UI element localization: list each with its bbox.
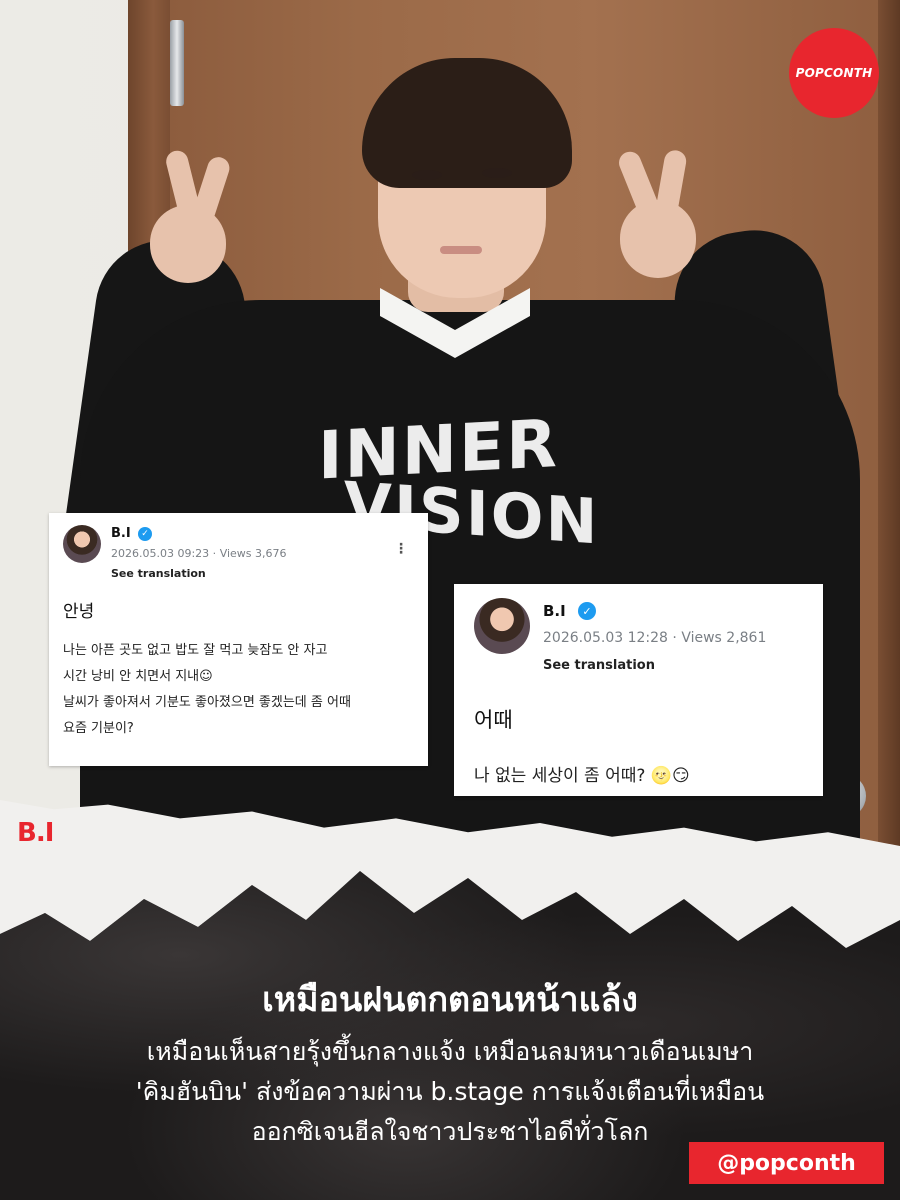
eye (412, 170, 442, 180)
post-body-line: 날씨가 좋아져서 기분도 좋아졌으면 좋겠는데 좀 어때 (63, 695, 351, 710)
post-card-1: B.I ✓ 2026.05.03 09:23 · Views 3,676 See… (49, 513, 428, 766)
social-handle-tag: @popconth (689, 1142, 884, 1184)
mouth (440, 246, 482, 254)
caption-line: 'คิมฮันบิน' ส่งข้อความผ่าน b.stage การแจ… (135, 1077, 765, 1106)
author-name: B.I (543, 602, 566, 620)
post-views: Views 3,676 (219, 547, 287, 560)
post-body-line: 요즘 기분이? (63, 721, 134, 736)
brand-badge-text: POPCONTH (795, 66, 873, 80)
see-translation-link[interactable]: See translation (543, 658, 655, 673)
verified-badge-icon: ✓ (138, 527, 152, 541)
door-hinge (170, 20, 184, 106)
caption-headline: เหมือนฝนตกตอนหน้าแล้ง (262, 980, 638, 1020)
post-body-line: 나는 아픈 곳도 없고 밥도 잘 먹고 늦잠도 안 자고 (63, 643, 328, 658)
author-avatar (63, 525, 101, 563)
see-translation-link[interactable]: See translation (111, 567, 206, 580)
verified-badge-icon: ✓ (578, 602, 596, 620)
post-views: Views 2,861 (681, 630, 767, 646)
caption-line: เหมือนเห็นสายรุ้งขึ้นกลางแจ้ง เหมือนลมหน… (146, 1037, 754, 1066)
post-title: 어때 (474, 708, 513, 732)
eye (482, 168, 512, 178)
post-body-line: 시간 낭비 안 치면서 지내☺ (63, 669, 213, 684)
post-meta: 2026.05.03 09:23 · Views 3,676 (111, 547, 287, 560)
more-options-icon[interactable]: ⋮ (394, 541, 408, 557)
post-date: 2026.05.03 12:28 (543, 630, 668, 646)
news-card: INNER VISION POPCONTH B.I ✓ 2026.05.03 0… (0, 0, 900, 1200)
post-card-2: B.I ✓ 2026.05.03 12:28 · Views 2,861 See… (454, 584, 823, 796)
social-handle: @popconth (717, 1150, 856, 1176)
author-name: B.I (111, 526, 131, 541)
post-body-line: 나 없는 세상이 좀 어때? 🌝😏 (474, 766, 690, 786)
artist-logo: B.I (17, 818, 54, 848)
post-title: 안녕 (63, 602, 95, 622)
post-meta: 2026.05.03 12:28 · Views 2,861 (543, 630, 767, 646)
popconth-logo-badge: POPCONTH (789, 28, 879, 118)
author-avatar (474, 598, 530, 654)
post-date: 2026.05.03 09:23 (111, 547, 210, 560)
